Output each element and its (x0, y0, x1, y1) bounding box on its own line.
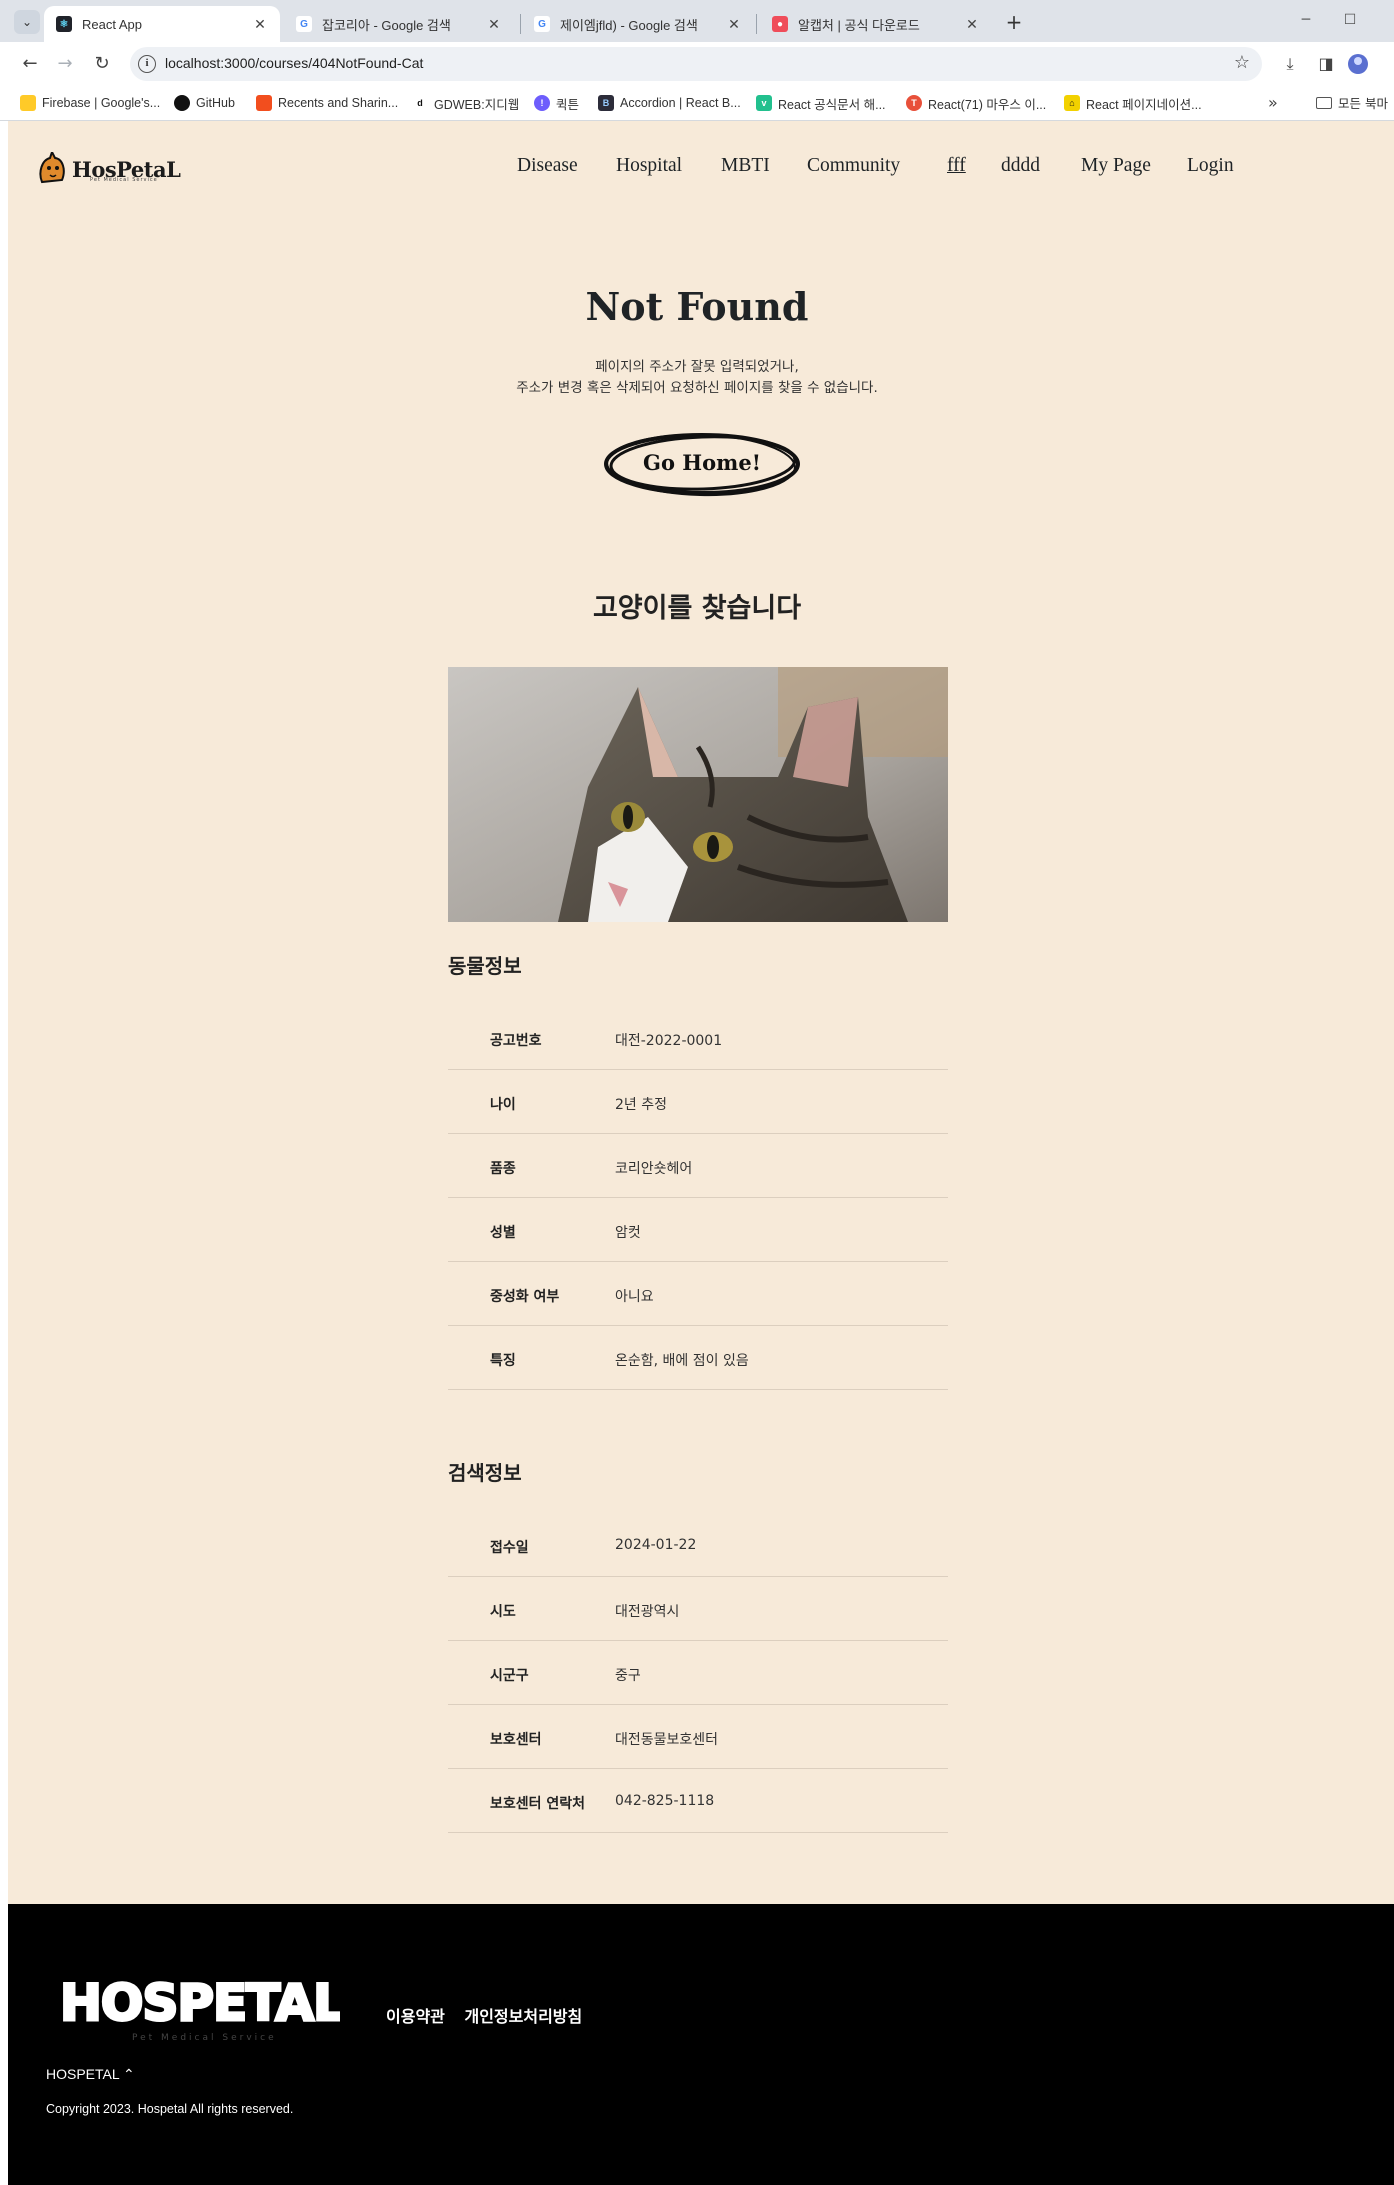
close-tab-icon[interactable]: ✕ (726, 16, 742, 33)
browser-toolbar: ← → ↻ i localhost:3000/courses/404NotFou… (0, 42, 1394, 85)
maximize-window-icon[interactable]: ☐ (1330, 6, 1370, 34)
react-bootstrap-icon: B (598, 95, 614, 111)
url-text[interactable]: localhost:3000/courses/404NotFound-Cat (165, 55, 423, 71)
bookmark-accordion[interactable]: B Accordion | React B... (598, 93, 741, 113)
not-found-message-line2: 주소가 변경 혹은 삭제되어 요청하신 페이지를 찾을 수 없습니다. (516, 380, 878, 396)
minimize-window-icon[interactable]: ─ (1286, 6, 1326, 34)
nav-fff[interactable]: fff (947, 155, 966, 177)
gdweb-icon: d (412, 95, 428, 111)
animal-info-heading: 동물정보 (448, 954, 522, 978)
not-found-message-line1: 페이지의 주소가 잘못 입력되었거나, (595, 359, 799, 375)
tab-jobkorea-search[interactable]: G 잡코리아 - Google 검색 ✕ (284, 6, 514, 42)
lost-cat-title: 고양이를 찾습니다 (592, 593, 802, 624)
tistory-icon: T (906, 95, 922, 111)
close-window-icon[interactable] (1370, 6, 1394, 34)
pagination-site-icon: ⌂ (1064, 95, 1080, 111)
browser-chrome: ⌄ ⚛ React App ✕ G 잡코리아 - Google 검색 ✕ G 제… (0, 0, 1394, 121)
site-header: HosPetaL Pet Medical Service Disease Hos… (8, 121, 1394, 211)
table-row: 시도 대전광역시 (448, 1577, 948, 1641)
tab-separator (520, 14, 521, 34)
nav-hospital[interactable]: Hospital (616, 155, 682, 177)
nav-community[interactable]: Community (807, 155, 900, 177)
table-row: 나이 2년 추정 (448, 1070, 948, 1134)
search-info-heading: 검색정보 (448, 1461, 522, 1485)
terms-link[interactable]: 이용약관 (386, 2007, 445, 2026)
quickturn-icon: ! (534, 95, 550, 111)
bookmark-firebase[interactable]: Firebase | Google's... (20, 93, 160, 113)
bookmark-github[interactable]: GitHub (174, 93, 235, 113)
tab-strip: ⌄ ⚛ React App ✕ G 잡코리아 - Google 검색 ✕ G 제… (0, 0, 1394, 42)
nav-login[interactable]: Login (1187, 155, 1234, 177)
google-favicon-icon: G (534, 16, 550, 32)
figma-icon (256, 95, 272, 111)
tab-separator (756, 14, 757, 34)
close-tab-icon[interactable]: ✕ (486, 16, 502, 33)
footer-brand-toggle[interactable]: HOSPETAL ⌃ (46, 2066, 135, 2083)
folder-icon (1316, 96, 1332, 109)
bookmark-figma[interactable]: Recents and Sharin... (256, 93, 398, 113)
alcapture-favicon-icon: ● (772, 16, 788, 32)
close-tab-icon[interactable]: ✕ (252, 16, 268, 33)
back-arrow-icon[interactable]: ← (16, 50, 44, 78)
bookmark-quickturn[interactable]: ! 퀵튼 (534, 93, 579, 113)
site-logo[interactable]: HosPetaL Pet Medical Service (38, 149, 181, 189)
table-row: 성별 암컷 (448, 1198, 948, 1262)
bookmark-react-docs[interactable]: v React 공식문서 해... (756, 93, 886, 113)
not-found-title: Not Found (585, 284, 809, 329)
download-icon[interactable]: ⤓ (1276, 50, 1304, 78)
table-row: 특징 온순함, 배에 점이 있음 (448, 1326, 948, 1390)
left-edge (0, 121, 8, 2185)
search-info-table: 접수일 2024-01-22 시도 대전광역시 시군구 중구 보호센터 대전동물보호센터… (448, 1513, 948, 1833)
github-icon (174, 95, 190, 111)
footer-logo[interactable]: HOSPETAL Pet Medical Service (59, 1973, 347, 2044)
footer-logo-wordmark: HOSPETAL Pet Medical Service (59, 1973, 347, 2044)
table-row: 품종 코리안숏헤어 (448, 1134, 948, 1198)
firebase-icon (20, 95, 36, 111)
forward-arrow-icon[interactable]: → (51, 50, 79, 78)
tab-jm-search[interactable]: G 제이엠jfld) - Google 검색 ✕ (522, 6, 754, 42)
table-row: 보호센터 대전동물보호센터 (448, 1705, 948, 1769)
new-tab-button[interactable]: + (1002, 8, 1026, 36)
nav-disease[interactable]: Disease (517, 155, 578, 177)
profile-avatar[interactable] (1348, 54, 1368, 74)
bookmarks-bar: Firebase | Google's... GitHub Recents an… (0, 85, 1394, 121)
table-row: 공고번호 대전-2022-0001 (448, 1006, 948, 1070)
tab-react-app[interactable]: ⚛ React App ✕ (44, 6, 280, 42)
go-home-button[interactable]: Go Home! (602, 429, 802, 499)
cat-logo-icon (38, 149, 68, 186)
google-favicon-icon: G (296, 16, 312, 32)
copyright-text: Copyright 2023. Hospetal All rights rese… (46, 2102, 294, 2116)
privacy-policy-link[interactable]: 개인정보처리방침 (464, 2007, 582, 2026)
svg-text:Pet Medical Service: Pet Medical Service (132, 2033, 277, 2043)
table-row: 접수일 2024-01-22 (448, 1513, 948, 1577)
svg-text:HOSPETAL: HOSPETAL (60, 1974, 340, 2032)
site-info-icon[interactable]: i (138, 55, 156, 73)
all-bookmarks-folder[interactable]: 모든 북마 (1316, 93, 1388, 112)
bookmark-react-mouse[interactable]: T React(71) 마우스 이... (906, 93, 1046, 113)
tab-alcapture[interactable]: ● 알캡처 | 공식 다운로드 ✕ (760, 6, 992, 42)
velog-icon: v (756, 95, 772, 111)
cat-photo (448, 667, 948, 922)
bookmark-gdweb[interactable]: d GDWEB:지디웹 (412, 93, 519, 113)
close-tab-icon[interactable]: ✕ (964, 16, 980, 33)
address-bar[interactable]: i localhost:3000/courses/404NotFound-Cat… (130, 47, 1262, 81)
table-row: 시군구 중구 (448, 1641, 948, 1705)
table-row: 중성화 여부 아니요 (448, 1262, 948, 1326)
site-footer: HOSPETAL Pet Medical Service 이용약관 개인정보처리… (8, 1904, 1394, 2185)
reload-icon[interactable]: ↻ (88, 50, 116, 78)
footer-links: 이용약관 개인정보처리방침 (386, 2003, 596, 2027)
table-row: 보호센터 연락처 042-825-1118 (448, 1769, 948, 1833)
nav-mbti[interactable]: MBTI (721, 155, 770, 177)
bookmark-react-pagination[interactable]: ⌂ React 페이지네이션... (1064, 93, 1202, 113)
nav-my-page[interactable]: My Page (1081, 155, 1151, 177)
react-favicon-icon: ⚛ (56, 16, 72, 32)
side-panel-icon[interactable]: ◨ (1312, 50, 1340, 78)
animal-info-table: 공고번호 대전-2022-0001 나이 2년 추정 품종 코리안숏헤어 성별 암컷 중… (448, 1006, 948, 1390)
tab-search-button[interactable]: ⌄ (14, 10, 40, 34)
bookmark-star-icon[interactable]: ☆ (1234, 52, 1250, 73)
more-bookmarks-icon[interactable]: » (1268, 93, 1278, 112)
nav-dddd[interactable]: dddd (1001, 155, 1040, 177)
